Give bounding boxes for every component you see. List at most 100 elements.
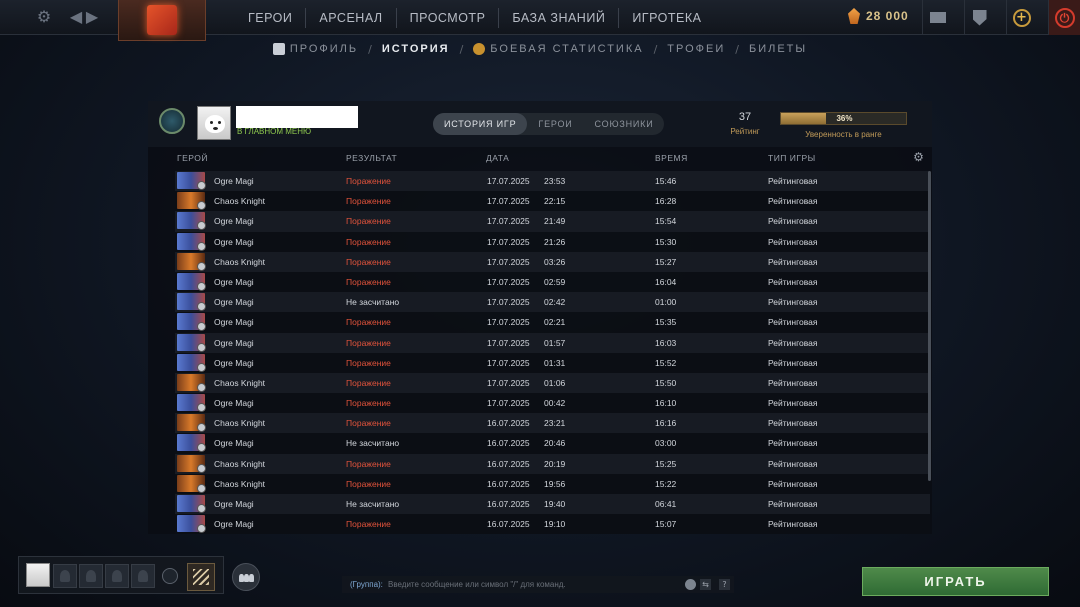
table-row[interactable]: Chaos Knight Поражение 16.07.2025 20:19 15:2…	[175, 453, 930, 474]
col-result[interactable]: РЕЗУЛЬТАТ	[346, 153, 397, 163]
chat-channel[interactable]: (Группа):	[350, 576, 383, 593]
rank-medal-icon[interactable]	[154, 105, 190, 143]
col-date[interactable]: ДАТА	[486, 153, 509, 163]
scrollbar[interactable]	[928, 171, 931, 481]
subnav-trophies[interactable]: ТРОФЕИ	[667, 43, 725, 55]
friends-button[interactable]	[232, 563, 260, 591]
table-row[interactable]: Ogre Magi Не засчитано 16.07.2025 19:40 06:4…	[175, 494, 930, 515]
table-row[interactable]: Ogre Magi Поражение 16.07.2025 19:10 15:07 Ре…	[175, 514, 930, 535]
hero-portrait-icon	[177, 474, 206, 493]
table-row[interactable]: Ogre Magi Поражение 17.07.2025 21:49 15:54 Ре…	[175, 211, 930, 232]
match-result: Поражение	[346, 317, 391, 328]
table-row[interactable]: Ogre Magi Поражение 17.07.2025 01:57 16:03 Ре…	[175, 332, 930, 353]
nav-learn[interactable]: БАЗА ЗНАНИЙ	[499, 11, 618, 25]
match-duration: 06:41	[655, 499, 677, 509]
shield-upgrade-button[interactable]	[964, 0, 994, 35]
match-clock: 22:15	[544, 196, 566, 207]
battle-cup-button[interactable]	[187, 563, 215, 591]
nav-heroes[interactable]: ГЕРОИ	[235, 11, 305, 25]
hero-name: Chaos Knight	[214, 458, 266, 469]
hero-name: Ogre Magi	[214, 176, 254, 186]
role-badge-icon	[197, 403, 206, 413]
rank-confidence: 36% Уверенность в ранге	[780, 112, 907, 139]
match-result: Поражение	[346, 478, 391, 489]
match-date: 16.07.2025	[487, 418, 530, 429]
table-row[interactable]: Ogre Magi Поражение 17.07.2025 21:26 15:30 Ре…	[175, 231, 930, 252]
help-icon[interactable]: ?	[719, 579, 730, 590]
match-clock: 23:53	[544, 176, 566, 186]
table-row[interactable]: Chaos Knight Поражение 16.07.2025 19:56 15:2…	[175, 473, 930, 494]
nav-arcade[interactable]: ИГРОТЕКА	[619, 11, 714, 25]
col-mode[interactable]: ТИП ИГРЫ	[768, 153, 816, 163]
table-row[interactable]: Ogre Magi Поражение 17.07.2025 00:42 16:10 Ре…	[175, 393, 930, 414]
match-clock: 01:57	[544, 337, 566, 348]
table-row[interactable]: Ogre Magi Поражение 17.07.2025 02:21 15:35 Ре…	[175, 312, 930, 333]
plus-button[interactable]: +	[1006, 0, 1036, 35]
table-row[interactable]: Ogre Magi Не засчитано 16.07.2025 20:46 03:0…	[175, 433, 930, 454]
table-row[interactable]: Chaos Knight Поражение 17.07.2025 22:15 16:2…	[175, 191, 930, 212]
match-duration: 16:16	[655, 418, 677, 429]
hero-name: Chaos Knight	[214, 418, 266, 429]
nav-arsenal[interactable]: АРСЕНАЛ	[306, 11, 395, 25]
subnav-history[interactable]: ИСТОРИЯ	[382, 43, 450, 55]
tab-heroes[interactable]: ГЕРОИ	[527, 113, 583, 135]
gear-icon[interactable]: ⚙	[34, 7, 54, 27]
hero-portrait-icon	[177, 333, 206, 352]
emoji-icon[interactable]	[685, 579, 696, 590]
match-mode: Рейтинговая	[768, 377, 818, 388]
table-row[interactable]: Ogre Magi Не засчитано 17.07.2025 02:42 01:0…	[175, 292, 930, 313]
table-row[interactable]: Ogre Magi Поражение 17.07.2025 01:31 15:52 Ре…	[175, 352, 930, 373]
gold-counter[interactable]: 28 000	[848, 8, 909, 24]
play-button[interactable]: ИГРАТЬ	[862, 567, 1049, 596]
party-slot[interactable]	[105, 564, 129, 588]
hero-portrait-icon	[177, 212, 206, 231]
table-row[interactable]: Ogre Magi Поражение 17.07.2025 02:59 16:04 Ре…	[175, 271, 930, 293]
mail-button[interactable]	[922, 0, 952, 35]
subnav-tickets[interactable]: БИЛЕТЫ	[749, 43, 807, 55]
table-row[interactable]: Chaos Knight Поражение 17.07.2025 03:26 15:2…	[175, 251, 930, 272]
match-duration: 16:10	[655, 398, 677, 409]
table-row[interactable]: Chaos Knight Поражение 16.07.2025 23:21 16:1…	[175, 413, 930, 434]
tab-match-history[interactable]: ИСТОРИЯ ИГР	[433, 113, 528, 135]
party-slot[interactable]	[53, 564, 77, 588]
subnav-profile[interactable]: ПРОФИЛЬ	[272, 43, 358, 55]
subnav-stats[interactable]: БОЕВАЯ СТАТИСТИКА	[473, 43, 643, 55]
match-result: Поражение	[346, 337, 391, 348]
match-date: 17.07.2025	[487, 297, 530, 308]
match-result: Поражение	[346, 519, 391, 530]
match-duration: 15:07	[655, 519, 677, 530]
nav-watch[interactable]: ПРОСМОТР	[397, 11, 499, 25]
avatar[interactable]	[197, 106, 231, 140]
col-hero[interactable]: ГЕРОЙ	[177, 153, 208, 163]
forward-arrow-icon[interactable]: ▶	[82, 7, 102, 27]
party-slot[interactable]	[79, 564, 103, 588]
friends-icon	[249, 574, 254, 582]
party-avatar[interactable]	[26, 563, 50, 587]
chat-input[interactable]: Введите сообщение или символ "/" для ком…	[388, 576, 566, 593]
col-time[interactable]: ВРЕМЯ	[655, 153, 688, 163]
match-list: Ogre Magi Поражение 17.07.2025 23:53 15:46 Ре…	[175, 171, 930, 535]
gold-value: 28 000	[866, 9, 909, 23]
exit-button[interactable]: ⏻	[1048, 0, 1080, 35]
role-badge-icon	[197, 221, 206, 231]
voice-chat-icon[interactable]	[162, 568, 178, 584]
table-row[interactable]: Ogre Magi Поражение 17.07.2025 23:53 15:46 Ре…	[175, 171, 930, 192]
hero-portrait-icon	[177, 434, 206, 453]
profile-header: В ГЛАВНОМ МЕНЮ ИСТОРИЯ ИГР ГЕРОИ СОЮЗНИК…	[148, 101, 932, 147]
hero-name: Ogre Magi	[214, 499, 254, 509]
chat-bar[interactable]: (Группа): Введите сообщение или символ "…	[342, 576, 734, 593]
plus-badge-icon	[473, 43, 486, 55]
match-clock: 20:19	[544, 458, 566, 469]
role-badge-icon	[197, 382, 206, 392]
tab-allies[interactable]: СОЮЗНИКИ	[584, 113, 665, 135]
profile-icon	[272, 43, 285, 55]
gear-icon[interactable]: ⚙	[912, 151, 925, 164]
table-row[interactable]: Chaos Knight Поражение 17.07.2025 01:06 15:5…	[175, 372, 930, 394]
match-duration: 15:54	[655, 216, 677, 227]
profile-subnav: ПРОФИЛЬ / ИСТОРИЯ / БОЕВАЯ СТАТИСТИКА / …	[0, 35, 1080, 63]
hero-name: Ogre Magi	[214, 438, 254, 449]
match-date: 17.07.2025	[487, 236, 530, 247]
party-slot[interactable]	[131, 564, 155, 588]
chat-toggle-icon[interactable]: ⇆	[700, 579, 711, 590]
match-date: 17.07.2025	[487, 256, 530, 267]
